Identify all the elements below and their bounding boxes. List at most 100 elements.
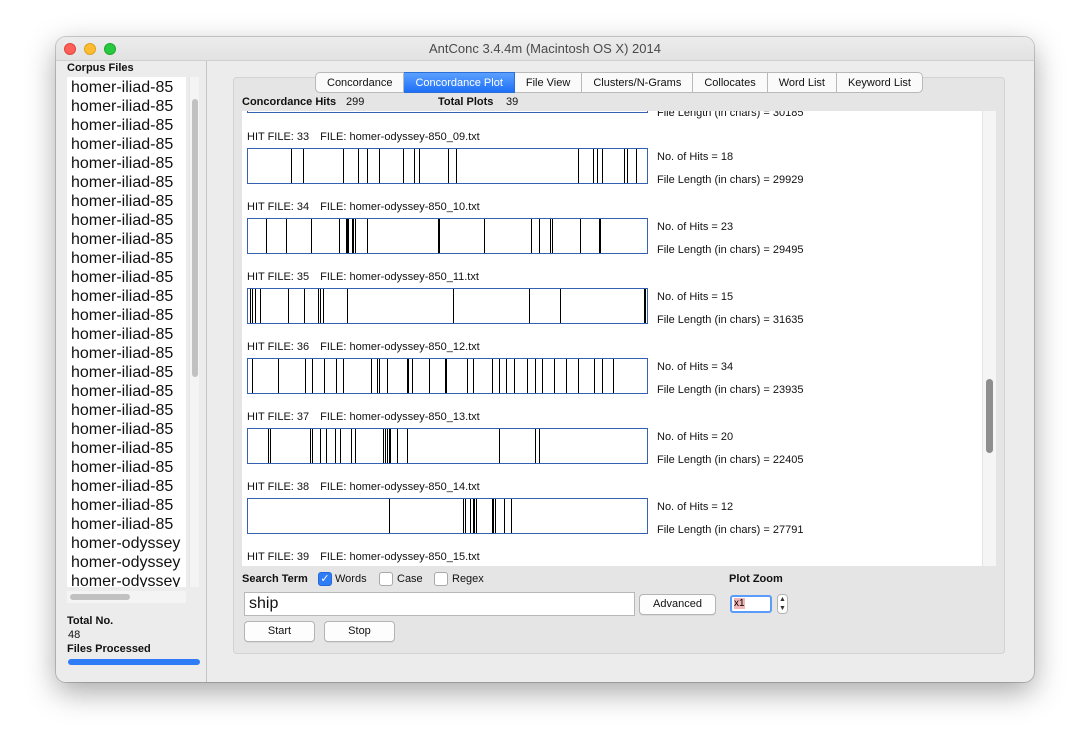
hit-marker[interactable] (453, 289, 454, 323)
hit-marker[interactable] (303, 149, 304, 183)
hit-marker[interactable] (578, 359, 579, 393)
regex-checkbox[interactable] (434, 572, 448, 586)
hit-marker[interactable] (550, 219, 551, 253)
hit-marker[interactable] (531, 219, 532, 253)
hit-marker[interactable] (387, 359, 388, 393)
hit-marker[interactable] (473, 359, 474, 393)
hit-marker[interactable] (270, 429, 271, 463)
hit-marker[interactable] (506, 359, 507, 393)
concordance-plot-bar[interactable] (247, 288, 648, 324)
concordance-plot-bar[interactable] (247, 498, 648, 534)
hit-marker[interactable] (636, 149, 637, 183)
hit-marker[interactable] (624, 149, 625, 183)
hit-marker[interactable] (499, 359, 500, 393)
hit-marker[interactable] (288, 289, 289, 323)
corpus-file-item[interactable]: homer-iliad-85 (71, 477, 173, 496)
file-list-vertical-scrollbar[interactable] (189, 77, 199, 587)
corpus-file-item[interactable]: homer-iliad-85 (71, 344, 173, 363)
hit-marker[interactable] (305, 359, 306, 393)
hit-marker[interactable] (371, 359, 372, 393)
hit-marker[interactable] (252, 289, 253, 323)
hit-marker[interactable] (353, 219, 354, 253)
hit-marker[interactable] (260, 289, 261, 323)
hit-marker[interactable] (594, 359, 595, 393)
corpus-file-item[interactable]: homer-iliad-85 (71, 287, 173, 306)
corpus-file-item[interactable]: homer-iliad-85 (71, 154, 173, 173)
concordance-plot-bar[interactable] (247, 428, 648, 464)
hit-marker[interactable] (535, 359, 536, 393)
hit-marker[interactable] (312, 429, 313, 463)
hit-marker[interactable] (539, 429, 540, 463)
stop-button[interactable]: Stop (324, 621, 395, 642)
hit-marker[interactable] (324, 359, 325, 393)
hit-marker[interactable] (602, 359, 603, 393)
corpus-file-item[interactable]: homer-iliad-85 (71, 439, 173, 458)
case-checkbox[interactable] (379, 572, 393, 586)
hit-marker[interactable] (335, 429, 336, 463)
hit-marker[interactable] (414, 149, 415, 183)
hit-marker[interactable] (320, 429, 321, 463)
corpus-file-item[interactable]: homer-iliad-85 (71, 515, 173, 534)
hit-marker[interactable] (268, 429, 269, 463)
concordance-plot-area[interactable]: File Length (in chars) = 30185 HIT FILE:… (242, 111, 982, 566)
concordance-plot-bar[interactable] (247, 218, 648, 254)
hit-marker[interactable] (412, 359, 413, 393)
tab-concordance-plot[interactable]: Concordance Plot (404, 72, 515, 93)
concordance-plot-bar[interactable] (247, 358, 648, 394)
corpus-file-item[interactable]: homer-iliad-85 (71, 97, 173, 116)
corpus-file-item[interactable]: homer-iliad-85 (71, 173, 173, 192)
hit-marker[interactable] (347, 289, 348, 323)
hit-marker[interactable] (600, 219, 601, 253)
hit-marker[interactable] (348, 219, 349, 253)
hit-marker[interactable] (463, 499, 464, 533)
hit-marker[interactable] (593, 149, 594, 183)
corpus-file-item[interactable]: homer-iliad-85 (71, 306, 173, 325)
hit-marker[interactable] (339, 219, 340, 253)
hit-marker[interactable] (511, 499, 512, 533)
hit-marker[interactable] (343, 149, 344, 183)
corpus-file-item[interactable]: homer-iliad-85 (71, 420, 173, 439)
hit-marker[interactable] (326, 429, 327, 463)
tab-concordance[interactable]: Concordance (315, 72, 405, 93)
hit-marker[interactable] (255, 289, 256, 323)
hit-marker[interactable] (429, 359, 430, 393)
file-list-hscroll-thumb[interactable] (70, 594, 130, 600)
corpus-file-item[interactable]: homer-odyssey (71, 553, 180, 572)
hit-marker[interactable] (476, 499, 477, 533)
hit-marker[interactable] (495, 499, 496, 533)
corpus-file-item[interactable]: homer-iliad-85 (71, 363, 173, 382)
hit-marker[interactable] (597, 149, 598, 183)
concordance-plot-bar[interactable] (247, 148, 648, 184)
hit-marker[interactable] (499, 429, 500, 463)
plot-zoom-input[interactable]: x1 (730, 595, 772, 613)
hit-marker[interactable] (250, 289, 251, 323)
corpus-file-item[interactable]: homer-iliad-85 (71, 230, 173, 249)
tab-keyword-list[interactable]: Keyword List (836, 72, 923, 93)
corpus-file-item[interactable]: homer-iliad-85 (71, 268, 173, 287)
hit-marker[interactable] (467, 359, 468, 393)
file-list-scroll-thumb[interactable] (192, 99, 198, 377)
hit-marker[interactable] (351, 429, 352, 463)
hit-marker[interactable] (367, 219, 368, 253)
advanced-button[interactable]: Advanced (639, 594, 716, 615)
hit-marker[interactable] (385, 429, 386, 463)
hit-marker[interactable] (355, 429, 356, 463)
hit-marker[interactable] (291, 149, 292, 183)
hit-marker[interactable] (278, 359, 279, 393)
file-list-horizontal-scrollbar[interactable] (67, 591, 186, 603)
plot-vertical-scrollbar[interactable] (982, 111, 996, 566)
hit-marker[interactable] (527, 359, 528, 393)
hit-marker[interactable] (379, 359, 380, 393)
corpus-file-item[interactable]: homer-iliad-85 (71, 382, 173, 401)
start-button[interactable]: Start (244, 621, 315, 642)
hit-marker[interactable] (566, 359, 567, 393)
corpus-file-item[interactable]: homer-iliad-85 (71, 211, 173, 230)
hit-marker[interactable] (474, 499, 475, 533)
hit-marker[interactable] (580, 219, 581, 253)
hit-marker[interactable] (613, 359, 614, 393)
corpus-file-item[interactable]: homer-iliad-85 (71, 496, 173, 515)
hit-marker[interactable] (397, 429, 398, 463)
hit-marker[interactable] (492, 359, 493, 393)
hit-marker[interactable] (367, 149, 368, 183)
tab-word-list[interactable]: Word List (767, 72, 837, 93)
